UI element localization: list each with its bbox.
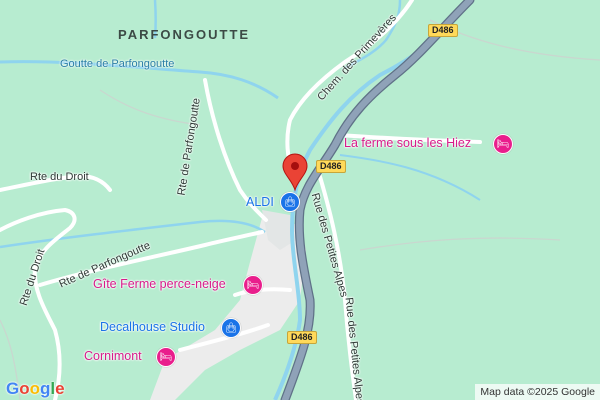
map-canvas[interactable]: PARFONGOUTTE D486 D486 D486 Chem. des Pr…: [0, 0, 600, 400]
shopping-bag-icon[interactable]: 👜︎: [280, 192, 300, 212]
bed-icon[interactable]: 🛏︎: [243, 275, 263, 295]
google-logo[interactable]: Google: [6, 379, 65, 399]
village-label: PARFONGOUTTE: [118, 27, 251, 42]
poi-decalhouse-label[interactable]: Decalhouse Studio: [100, 321, 205, 334]
road-label-rte-du-droit: Rte du Droit: [30, 171, 89, 183]
road-shield-d486: D486: [287, 331, 317, 344]
stream-east: [339, 154, 481, 201]
bed-icon[interactable]: 🛏︎: [493, 134, 513, 154]
poi-aldi-label[interactable]: ALDI: [246, 196, 274, 209]
water-label-goutte: Goutte de Parfongoutte: [60, 58, 175, 70]
trail-1: [99, 89, 201, 126]
map-pin-icon: [282, 153, 308, 192]
shopping-bag-icon[interactable]: 👜︎: [221, 318, 241, 338]
road-shield-d486: D486: [428, 24, 458, 37]
bed-icon[interactable]: 🛏︎: [156, 347, 176, 367]
road-shield-d486: D486: [316, 160, 346, 173]
poi-cornimont-label[interactable]: Cornimont: [84, 350, 142, 363]
poi-ferme-label[interactable]: La ferme sous les Hiez: [344, 137, 471, 150]
trail-3: [359, 237, 561, 251]
map-attribution[interactable]: Map data ©2025 Google: [475, 384, 600, 400]
stream-west: [0, 219, 266, 249]
poi-gite-label[interactable]: Gîte Ferme perce-neige: [93, 278, 226, 291]
